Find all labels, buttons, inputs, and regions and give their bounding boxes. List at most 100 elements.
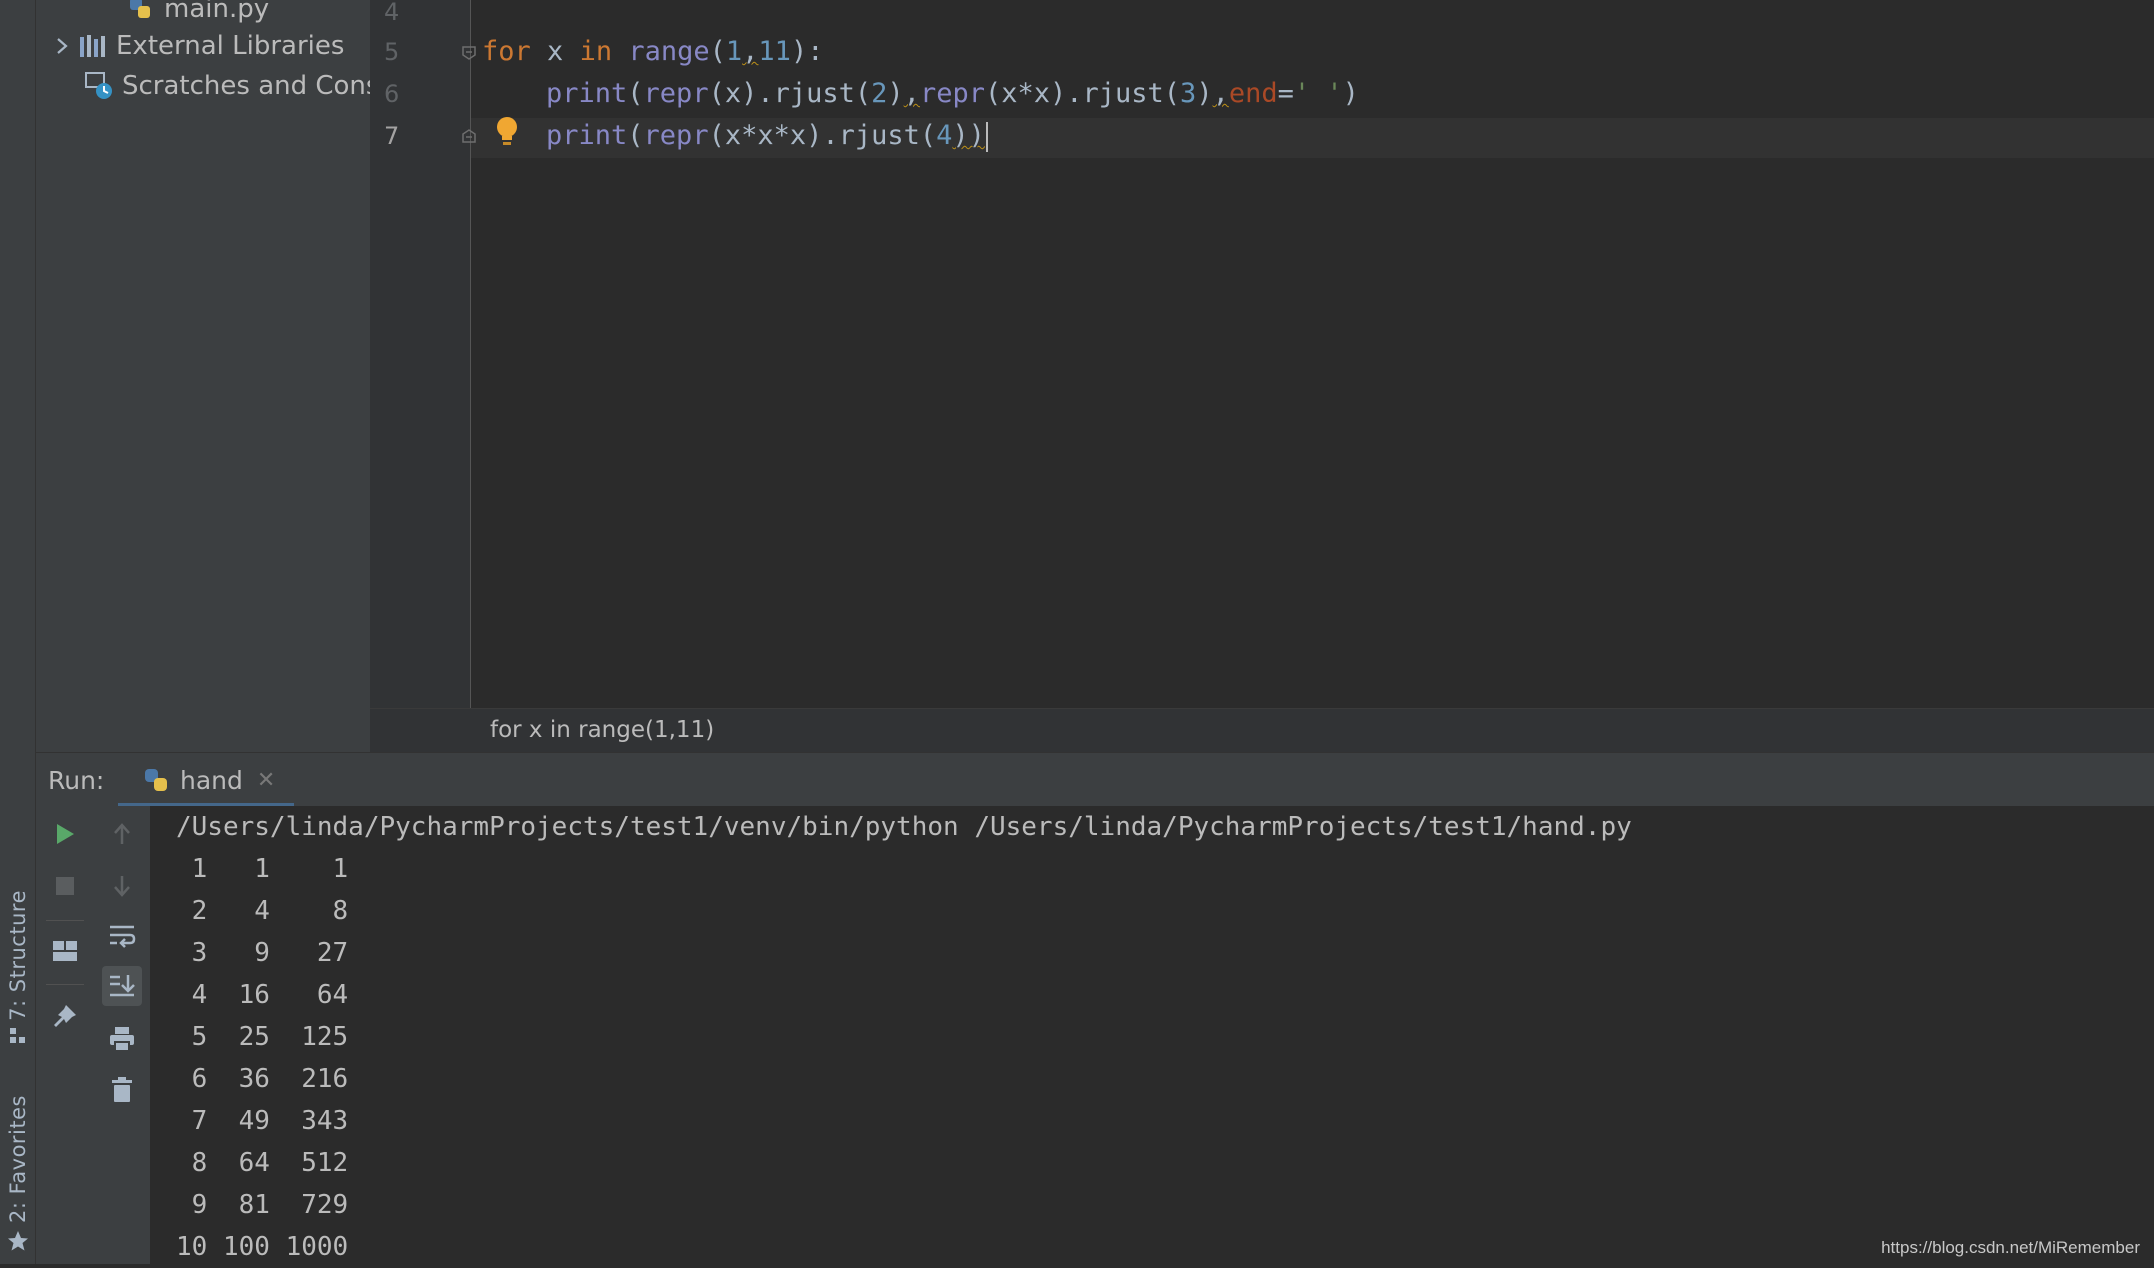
code-token: ,	[742, 36, 759, 67]
code-token: (x*x*x).rjust(	[708, 120, 937, 151]
trash-icon	[112, 1077, 132, 1102]
code-editor[interactable]: 4 5 6 7 for x in range(1,11): print(repr…	[370, 0, 2154, 708]
code-token: for	[482, 36, 531, 67]
pin-tab-button[interactable]	[45, 996, 85, 1036]
console-output-line: 8 64 512	[176, 1148, 349, 1178]
layout-icon	[53, 941, 77, 961]
close-icon[interactable]: ✕	[257, 768, 275, 793]
gutter-separator	[470, 0, 471, 708]
code-token: 4	[936, 120, 953, 151]
code-token: repr	[919, 78, 985, 109]
left-tool-stripe: 7: Structure 2: Favorites	[0, 0, 36, 1264]
run-tab-label: hand	[180, 765, 243, 795]
breadcrumb-bar: for x in range(1,11)	[370, 708, 2154, 753]
console-output-line: 6 36 216	[176, 1064, 349, 1094]
tree-item-label: External Libraries	[116, 31, 345, 61]
play-icon	[57, 824, 74, 844]
code-line-7: print(repr(x*x*x).rjust(4))	[546, 116, 988, 156]
code-token: ,	[1212, 78, 1229, 109]
breadcrumb[interactable]: for x in range(1,11)	[490, 717, 714, 743]
project-panel: main.py External Libraries Scratches and…	[36, 0, 370, 752]
restore-layout-button[interactable]	[45, 931, 85, 971]
code-token: repr	[643, 120, 709, 151]
libraries-icon	[78, 31, 108, 61]
python-icon	[145, 769, 167, 791]
arrow-down-icon	[114, 876, 130, 897]
code-token: in	[579, 36, 613, 67]
scratches-icon	[84, 71, 114, 101]
pin-icon	[54, 1005, 76, 1027]
console-output-line: 5 25 125	[176, 1022, 349, 1052]
line-number: 7	[384, 122, 400, 150]
code-token: ):	[790, 36, 824, 67]
code-token: =	[1277, 78, 1294, 109]
console-output-line: 10 100 1000	[176, 1232, 349, 1262]
code-token: range	[628, 36, 710, 67]
down-stack-trace-button[interactable]	[102, 866, 142, 906]
favorites-tool-tab[interactable]: 2: Favorites	[0, 1095, 35, 1253]
structure-icon	[9, 1027, 25, 1043]
line-number: 5	[384, 38, 400, 66]
run-toolbar-secondary	[94, 806, 151, 1264]
code-token: 2	[871, 78, 888, 109]
tree-item-external-libraries[interactable]: External Libraries	[50, 27, 344, 65]
console-command-line: /Users/linda/PycharmProjects/test1/venv/…	[176, 812, 1632, 842]
python-file-icon	[126, 0, 156, 24]
code-token: x	[530, 36, 580, 67]
structure-tab-label: 7: Structure	[5, 890, 30, 1021]
run-toolbar-primary	[36, 806, 95, 1264]
structure-tool-tab[interactable]: 7: Structure	[0, 890, 35, 1045]
code-line-5: for x in range(1,11):	[482, 32, 823, 72]
console-output-line: 2 4 8	[176, 896, 349, 926]
code-token: 11	[758, 36, 791, 67]
code-token: (	[709, 36, 726, 67]
code-token: (	[627, 120, 644, 151]
console-output-line: 3 9 27	[176, 938, 349, 968]
toolbar-separator	[46, 920, 84, 921]
code-token: ))	[952, 120, 985, 151]
code-token: )	[1342, 78, 1359, 109]
code-token: (x*x).rjust(	[984, 78, 1181, 109]
up-stack-trace-button[interactable]	[102, 814, 142, 854]
code-token: end	[1228, 78, 1278, 109]
code-token: ' '	[1293, 78, 1343, 109]
code-token: 3	[1180, 78, 1197, 109]
scroll-to-end-button[interactable]	[102, 966, 142, 1006]
lightbulb-icon[interactable]	[494, 115, 520, 149]
scroll-to-end-icon	[110, 975, 135, 997]
soft-wrap-icon	[110, 925, 136, 948]
run-label: Run:	[48, 766, 105, 795]
code-token: repr	[643, 78, 709, 109]
star-icon	[7, 1230, 28, 1251]
stop-icon	[56, 877, 74, 895]
soft-wrap-button[interactable]	[102, 916, 142, 956]
fold-marker-icon[interactable]	[461, 45, 477, 61]
code-token: 1	[725, 36, 743, 67]
run-tab-hand[interactable]: hand ✕	[118, 753, 289, 807]
run-console[interactable]: /Users/linda/PycharmProjects/test1/venv/…	[150, 806, 2154, 1264]
text-caret	[985, 121, 988, 152]
stop-button[interactable]	[45, 866, 85, 906]
clear-all-button[interactable]	[102, 1070, 142, 1110]
console-output-line: 9 81 729	[176, 1190, 349, 1220]
line-number: 4	[384, 0, 400, 26]
tree-item-label: Scratches and Cons	[122, 71, 370, 101]
watermark: https://blog.csdn.net/MiRemember	[1881, 1238, 2140, 1257]
print-button[interactable]	[102, 1019, 142, 1059]
code-line-6: print(repr(x).rjust(2),repr(x*x).rjust(3…	[546, 74, 1359, 114]
code-token: )	[1196, 78, 1213, 109]
code-token: (	[627, 78, 644, 109]
printer-icon	[110, 1027, 134, 1052]
console-output-line: 4 16 64	[176, 980, 349, 1010]
chevron-right-icon[interactable]	[50, 31, 74, 61]
fold-end-marker-icon[interactable]	[461, 128, 477, 144]
favorites-tab-label: 2: Favorites	[5, 1095, 30, 1223]
code-token: ,	[903, 78, 920, 109]
run-tool-window-header: Run: hand ✕	[36, 752, 2154, 807]
console-output-line: 1 1 1	[176, 854, 349, 884]
tree-item-main-py[interactable]: main.py	[126, 0, 269, 28]
rerun-button[interactable]	[45, 814, 85, 854]
tree-item-scratches[interactable]: Scratches and Cons	[84, 67, 370, 105]
toolbar-separator	[46, 984, 84, 985]
code-token: (x).rjust(	[708, 78, 872, 109]
